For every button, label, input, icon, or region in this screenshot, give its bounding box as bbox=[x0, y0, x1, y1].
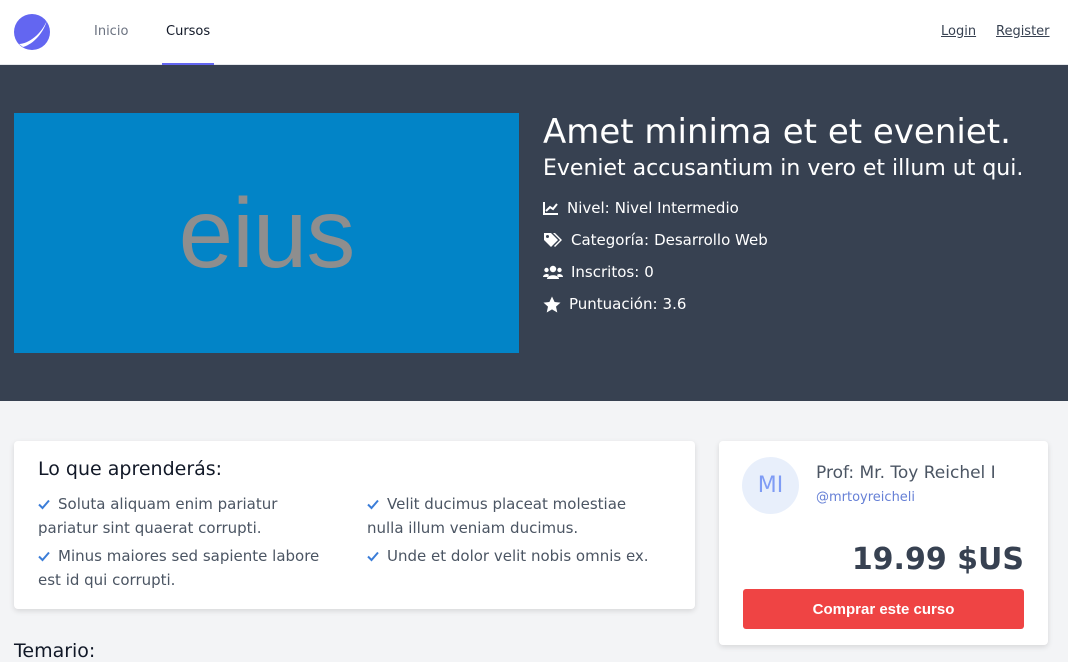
instructor-name: Prof: Mr. Toy Reichel I bbox=[816, 463, 996, 483]
meta-level: Nivel: Nivel Intermedio bbox=[543, 197, 739, 219]
learn-item-text: Minus maiores sed sapiente labore est id… bbox=[38, 547, 320, 589]
star-icon bbox=[543, 296, 561, 312]
learn-item: Velit ducimus placeat molestiae nulla il… bbox=[367, 492, 667, 540]
temario-title: Temario: bbox=[14, 640, 96, 662]
check-icon bbox=[367, 551, 379, 562]
buy-course-button[interactable]: Comprar este curso bbox=[743, 589, 1024, 629]
nav-link-inicio[interactable]: Inicio bbox=[94, 0, 128, 65]
meta-category-label: Categoría: bbox=[571, 231, 650, 249]
learn-item: Unde et dolor velit nobis omnis ex. bbox=[367, 544, 667, 568]
meta-rating-label: Puntuación: bbox=[569, 295, 658, 313]
meta-rating-value: 3.6 bbox=[662, 295, 687, 313]
check-icon bbox=[367, 499, 379, 510]
check-icon bbox=[38, 551, 50, 562]
course-price: 19.99 $US bbox=[851, 542, 1024, 577]
meta-enrolled-label: Inscritos: bbox=[571, 263, 640, 281]
register-link[interactable]: Register bbox=[996, 0, 1050, 65]
nav-link-cursos[interactable]: Cursos bbox=[162, 0, 215, 65]
learn-item-text: Unde et dolor velit nobis omnis ex. bbox=[387, 547, 649, 565]
learn-item-text: Velit ducimus placeat molestiae nulla il… bbox=[367, 495, 627, 537]
meta-category: Categoría: Desarrollo Web bbox=[543, 229, 768, 251]
meta-enrolled-value: 0 bbox=[644, 263, 654, 281]
course-title: Amet minima et et eveniet. bbox=[543, 112, 1011, 152]
learn-item-text: Soluta aliquam enim pariatur pariatur si… bbox=[38, 495, 278, 537]
learn-item: Minus maiores sed sapiente labore est id… bbox=[38, 544, 338, 592]
users-icon bbox=[543, 265, 563, 279]
instructor-handle-link[interactable]: @mrtoyreicheli bbox=[816, 490, 915, 505]
top-navbar: Inicio Cursos Login Register bbox=[0, 0, 1068, 65]
meta-category-value: Desarrollo Web bbox=[654, 231, 768, 249]
learn-title: Lo que aprenderás: bbox=[38, 458, 223, 480]
course-image-text: eius bbox=[178, 177, 356, 288]
course-image: eius bbox=[14, 113, 519, 353]
instructor-card: MI Prof: Mr. Toy Reichel I @mrtoyreichel… bbox=[719, 441, 1048, 645]
login-link[interactable]: Login bbox=[941, 0, 976, 65]
logo-icon[interactable] bbox=[14, 14, 50, 50]
learn-card: Lo que aprenderás: Soluta aliquam enim p… bbox=[14, 441, 695, 609]
meta-rating: Puntuación: 3.6 bbox=[543, 293, 686, 315]
check-icon bbox=[38, 499, 50, 510]
course-subtitle: Eveniet accusantium in vero et illum ut … bbox=[543, 156, 1024, 181]
meta-enrolled: Inscritos: 0 bbox=[543, 261, 654, 283]
tags-icon bbox=[544, 233, 562, 247]
learn-item: Soluta aliquam enim pariatur pariatur si… bbox=[38, 492, 338, 540]
meta-level-value: Nivel Intermedio bbox=[614, 199, 739, 217]
chart-line-icon bbox=[543, 202, 558, 215]
meta-level-label: Nivel: bbox=[567, 199, 610, 217]
avatar[interactable]: MI bbox=[742, 457, 799, 514]
